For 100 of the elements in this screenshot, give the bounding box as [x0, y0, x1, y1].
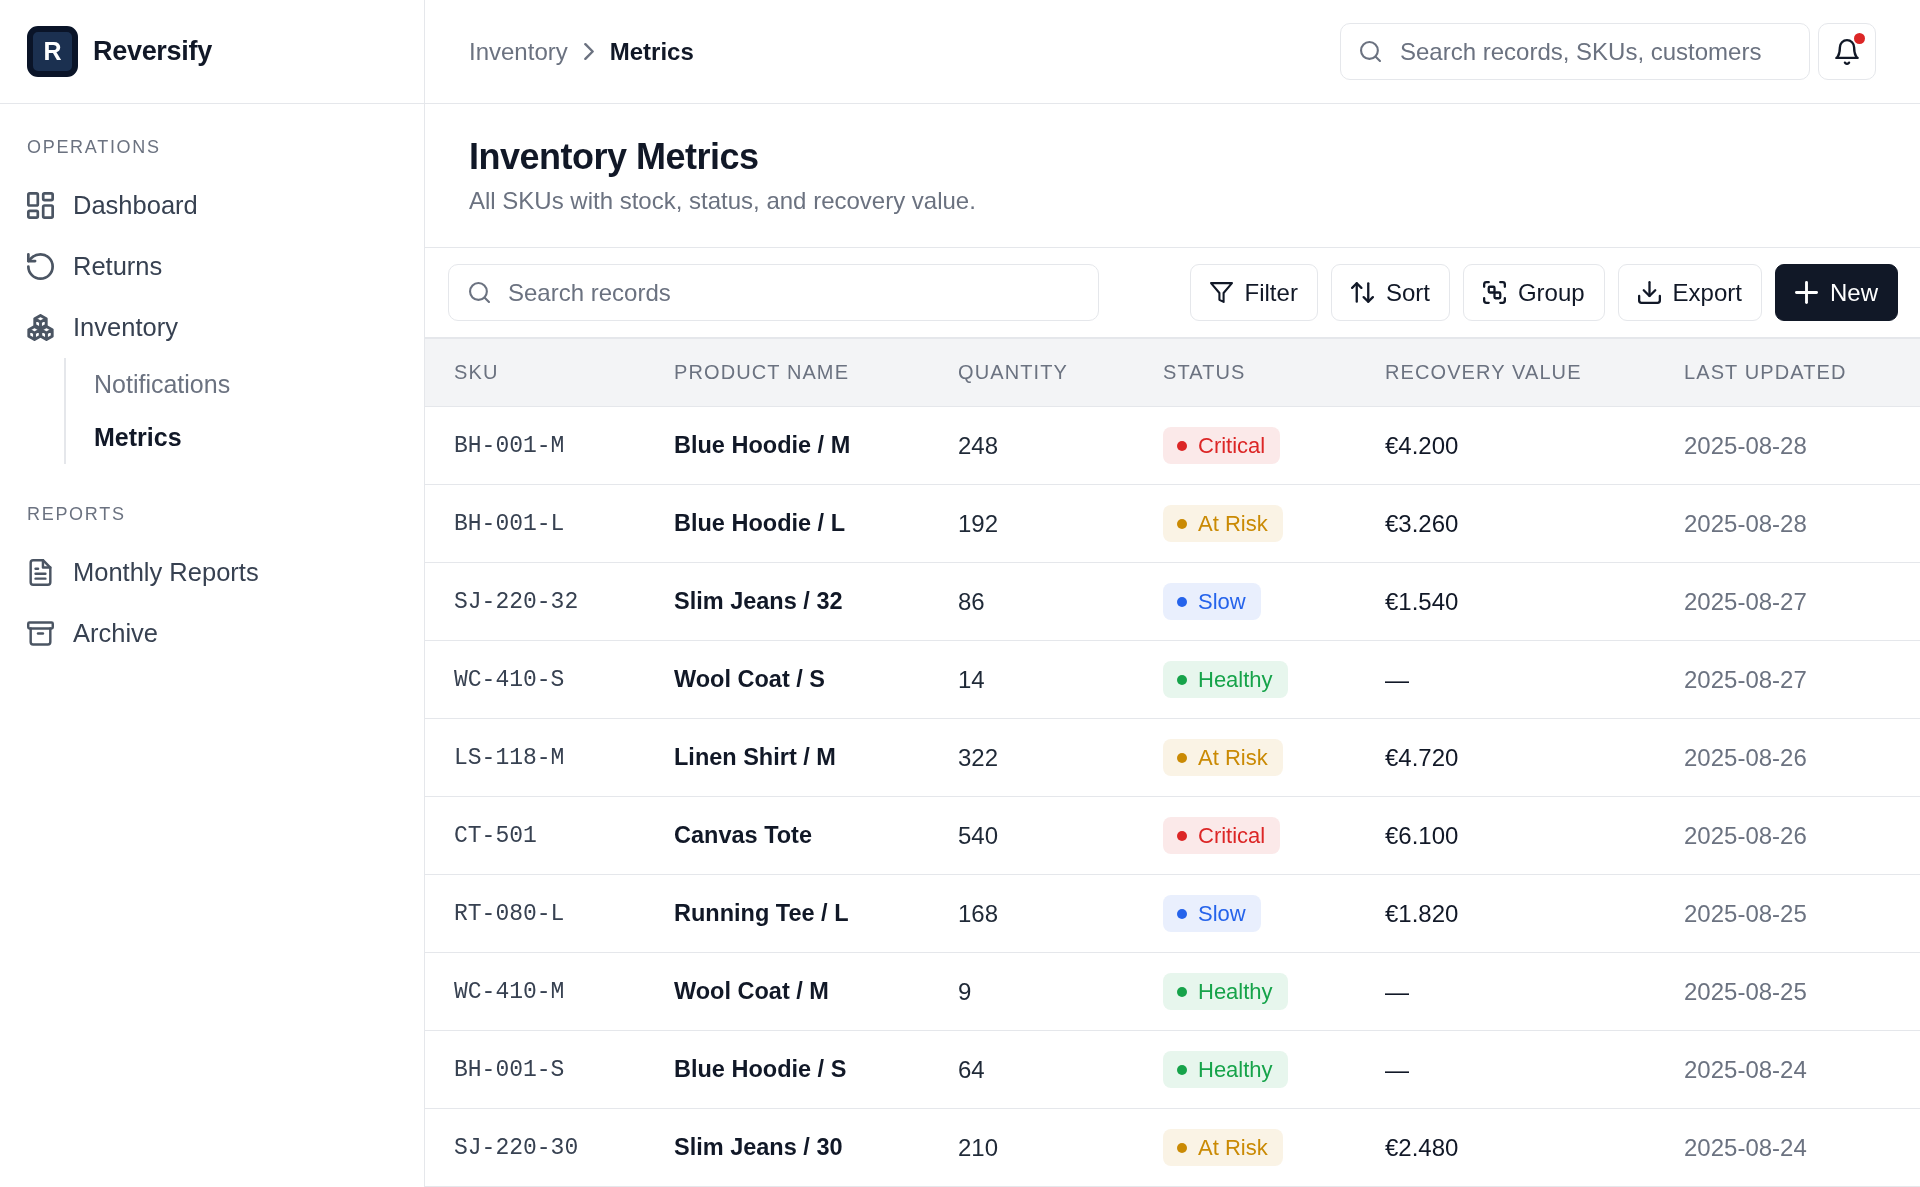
table-cell-text: €3.260 — [1384, 509, 1460, 538]
sidebar-item[interactable]: Dashboard — [27, 175, 198, 236]
dashboard-icon — [27, 192, 54, 219]
table-cell-text: 2025-08-25 — [1683, 899, 1808, 928]
toolbar-button[interactable]: Export — [1617, 264, 1762, 321]
table-cell-text: Wool Coat / S — [673, 666, 826, 693]
breadcrumb-current: Metrics — [609, 37, 694, 66]
status-label: Healthy — [1198, 666, 1273, 693]
table-cell-text: 14 — [957, 665, 986, 694]
page-subtitle: All SKUs with stock, status, and recovery value. — [469, 187, 976, 215]
document-icon — [27, 559, 54, 586]
table-cell-text: Blue Hoodie / S — [673, 1056, 848, 1083]
table-cell-text: 9 — [957, 977, 973, 1006]
filter-icon — [1209, 281, 1233, 304]
table-cell-text: 2025-08-26 — [1683, 743, 1808, 772]
table-cell-text: 2025-08-27 — [1683, 665, 1808, 694]
table-cell-text: €2.480 — [1384, 1133, 1460, 1162]
table-cell-text: €4.200 — [1384, 431, 1460, 460]
status-label: Critical — [1198, 822, 1266, 849]
sidebar-item[interactable]: Inventory — [27, 297, 178, 358]
column-header: PRODUCT NAME — [673, 361, 851, 384]
sort-arrows-icon — [1350, 281, 1374, 304]
table-cell-text: BH-001-L — [453, 510, 566, 537]
table-cell-text: — — [1384, 1055, 1410, 1084]
table-cell-text: 86 — [957, 587, 986, 616]
status-label: At Risk — [1198, 744, 1268, 771]
table-cell-text: 2025-08-24 — [1683, 1055, 1808, 1084]
table-cell-text: LS-118-M — [453, 744, 566, 771]
table-cell-text: 322 — [957, 743, 1000, 772]
table-cell-text: Slim Jeans / 32 — [673, 588, 844, 615]
status-label: Slow — [1198, 588, 1246, 615]
table-cell-text: 192 — [957, 509, 1000, 538]
column-header: STATUS — [1162, 361, 1247, 384]
table-cell-text: 2025-08-28 — [1683, 509, 1808, 538]
toolbar-button[interactable]: Filter — [1189, 264, 1318, 321]
table-cell-text: 168 — [957, 899, 1000, 928]
table-cell-text: WC-410-S — [453, 666, 566, 693]
status-label: Healthy — [1198, 978, 1273, 1005]
rotate-left-icon — [27, 253, 54, 280]
archive-box-icon — [27, 620, 54, 647]
search-icon — [469, 282, 490, 303]
section-title: REPORTS — [27, 503, 126, 525]
status-label: At Risk — [1198, 1134, 1268, 1161]
table-cell-text: — — [1384, 665, 1410, 694]
table-cell-text: 2025-08-26 — [1683, 821, 1808, 850]
sidebar-subitem[interactable]: Notifications — [94, 358, 231, 411]
download-icon — [1637, 281, 1661, 304]
column-header: RECOVERY VALUE — [1384, 361, 1583, 384]
table-cell-text: Running Tee / L — [673, 900, 850, 927]
table-cell-text: BH-001-S — [453, 1056, 566, 1083]
table-cell-text: Canvas Tote — [673, 822, 813, 849]
brand-name: Reversify — [93, 36, 212, 67]
table-cell-text: RT-080-L — [453, 900, 566, 927]
table-cell-text: Wool Coat / M — [673, 978, 830, 1005]
table-cell-text: WC-410-M — [453, 978, 566, 1005]
brand-logo: R — [27, 26, 78, 77]
boxes-icon — [27, 314, 54, 341]
plus-icon — [1795, 281, 1818, 304]
sidebar-item[interactable]: Archive — [27, 603, 159, 664]
grouped-squares-icon — [1482, 281, 1506, 304]
section-title: OPERATIONS — [27, 136, 161, 158]
table-cell-text: €4.720 — [1384, 743, 1460, 772]
table-cell-text: Blue Hoodie / L — [673, 510, 847, 537]
table-cell-text: 210 — [957, 1133, 1000, 1162]
breadcrumb-link[interactable]: Inventory — [469, 37, 568, 66]
column-header: LAST UPDATED — [1683, 361, 1848, 384]
table-cell-text: SJ-220-32 — [453, 588, 580, 615]
search-icon — [1360, 41, 1381, 62]
bell-icon — [1835, 38, 1859, 65]
search-field[interactable]: Search records — [448, 264, 1099, 321]
status-label: Healthy — [1198, 1056, 1273, 1083]
status-label: At Risk — [1198, 510, 1268, 537]
table-cell-text: — — [1384, 977, 1410, 1006]
table-cell-text: BH-001-M — [453, 432, 566, 459]
table-cell-text: 2025-08-28 — [1683, 431, 1808, 460]
table-cell-text: Linen Shirt / M — [673, 744, 837, 771]
toolbar-button[interactable]: Group — [1462, 264, 1605, 321]
table-cell-text: €1.540 — [1384, 587, 1460, 616]
table-cell-text: 2025-08-27 — [1683, 587, 1808, 616]
search-field[interactable]: Search records, SKUs, customers — [1340, 23, 1810, 80]
page-title: Inventory Metrics — [469, 135, 759, 179]
table-cell-text: CT-501 — [453, 822, 538, 849]
sidebar-item[interactable]: Returns — [27, 236, 163, 297]
table-cell-text: Blue Hoodie / M — [673, 432, 852, 459]
notifications-button[interactable] — [1818, 23, 1876, 80]
chevron-right-icon — [583, 43, 594, 60]
status-label: Slow — [1198, 900, 1246, 927]
table-cell-text: 2025-08-25 — [1683, 977, 1808, 1006]
sidebar-item[interactable]: Monthly Reports — [27, 542, 259, 603]
table-cell-text: €6.100 — [1384, 821, 1460, 850]
table-cell-text: 248 — [957, 431, 1000, 460]
table-cell-text: Slim Jeans / 30 — [673, 1134, 844, 1161]
sidebar-subitem[interactable]: Metrics — [94, 411, 182, 464]
primary-button[interactable]: New — [1775, 264, 1898, 321]
table-cell-text: €1.820 — [1384, 899, 1460, 928]
column-header: SKU — [453, 361, 500, 384]
table-cell-text: 540 — [957, 821, 1000, 850]
table-cell-text: 2025-08-24 — [1683, 1133, 1808, 1162]
status-label: Critical — [1198, 432, 1266, 459]
toolbar-button[interactable]: Sort — [1330, 264, 1450, 321]
